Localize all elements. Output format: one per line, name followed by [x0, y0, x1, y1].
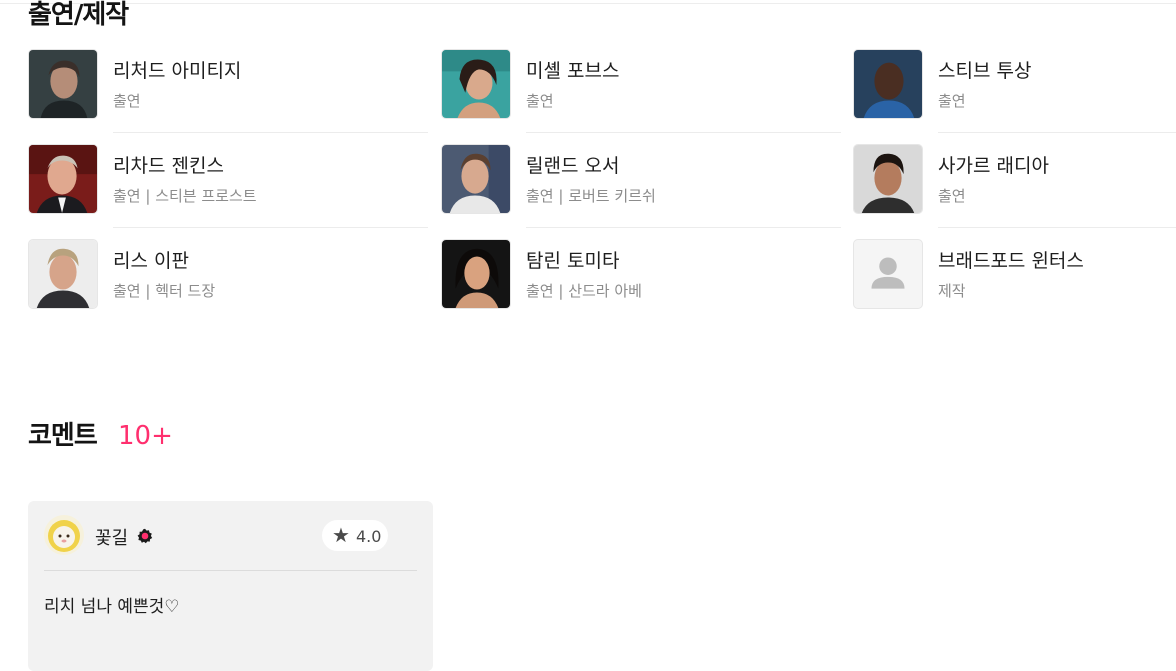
cast-name: 탐린 토미타 [526, 250, 620, 272]
default-profile-avatar [853, 239, 923, 309]
person-photo [853, 49, 923, 119]
cast-role: 출연 | 로버트 키르쉬 [526, 187, 656, 205]
cast-role: 출연 | 스티븐 프로스트 [113, 187, 257, 205]
person-photo [441, 239, 511, 309]
cast-item[interactable]: 리처드 아미티지 출연 [28, 49, 428, 144]
cast-name: 리스 이판 [113, 250, 189, 272]
top-divider [0, 3, 1176, 4]
cast-section-title: 출연/제작 [28, 0, 129, 30]
user-name: 꽃길 [95, 528, 129, 549]
cast-role: 출연 | 산드라 아베 [526, 282, 642, 300]
cast-name: 사가르 래디아 [938, 155, 1049, 177]
comments-count[interactable]: 10+ [118, 418, 173, 454]
cast-name: 리처드 아미티지 [113, 60, 242, 82]
cast-name: 릴랜드 오서 [526, 155, 620, 177]
cast-name: 리차드 젠킨스 [113, 155, 224, 177]
comments-title: 코멘트 [28, 421, 98, 451]
cast-role: 출연 [938, 92, 966, 110]
cast-role: 출연 [938, 187, 966, 205]
cast-name: 미셸 포브스 [526, 60, 620, 82]
person-photo [28, 239, 98, 309]
cast-item[interactable]: 미셸 포브스 출연 [441, 49, 841, 144]
cast-item[interactable]: 릴랜드 오서 출연 | 로버트 키르쉬 [441, 144, 841, 239]
cast-item[interactable]: 탐린 토미타 출연 | 산드라 아베 [441, 239, 841, 334]
user-avatar [44, 515, 84, 555]
cast-item[interactable]: 스티브 투상 출연 [853, 49, 1176, 144]
cast-item[interactable]: 사가르 래디아 출연 [853, 144, 1176, 239]
person-photo [28, 49, 98, 119]
person-photo [441, 49, 511, 119]
cast-item[interactable]: 리차드 젠킨스 출연 | 스티븐 프로스트 [28, 144, 428, 239]
cast-name: 브래드포드 윈터스 [938, 250, 1084, 272]
star-icon: ★ [332, 523, 350, 547]
cast-role: 제작 [938, 282, 966, 300]
comment-divider [44, 570, 417, 571]
cast-name: 스티브 투상 [938, 60, 1032, 82]
user-badge-icon [137, 528, 153, 544]
person-photo [853, 144, 923, 214]
person-photo [441, 144, 511, 214]
person-placeholder-icon [871, 257, 905, 289]
person-photo [28, 144, 98, 214]
cast-item[interactable]: 리스 이판 출연 | 헥터 드장 [28, 239, 428, 334]
cast-role: 출연 [113, 92, 141, 110]
cast-item[interactable]: 브래드포드 윈터스 제작 [853, 239, 1176, 334]
rating-badge: ★ 4.0 [322, 520, 388, 551]
cast-role: 출연 | 헥터 드장 [113, 282, 216, 300]
cast-role: 출연 [526, 92, 554, 110]
rating-value: 4.0 [356, 527, 382, 546]
comment-text: 리치 넘나 예쁜것♡ [44, 597, 180, 617]
